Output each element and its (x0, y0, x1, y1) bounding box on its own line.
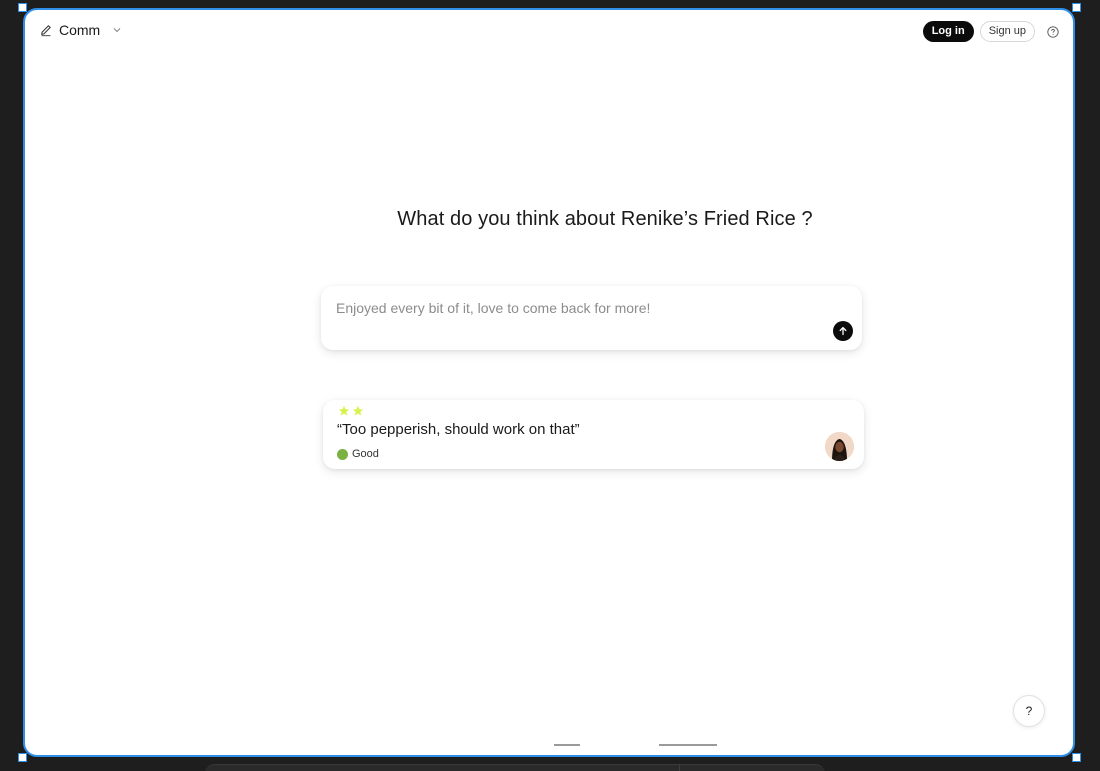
screen: Comm Log in Sign up What do you think ab… (0, 0, 1100, 771)
resize-handle-bottom-left[interactable] (18, 753, 27, 762)
auth-actions: Log in Sign up (922, 21, 1059, 42)
review-card: “Too pepperish, should work on that” Goo… (323, 400, 864, 469)
status-badge: Good (337, 448, 379, 460)
page-indicator (659, 744, 717, 746)
pen-icon (41, 25, 51, 37)
bottom-toolbar (205, 764, 825, 771)
avatar (825, 432, 854, 461)
star-icon (352, 405, 364, 416)
star-rating (338, 405, 364, 417)
status-dot (337, 448, 348, 460)
toolbar-divider (679, 765, 680, 771)
star-icon (338, 405, 350, 416)
page-indicator (554, 744, 580, 746)
page-question: What do you think about Renike’s Fried R… (397, 208, 813, 230)
status-badge-label: Good (352, 448, 379, 460)
send-button[interactable] (833, 321, 853, 341)
help-button[interactable]: ? (1013, 695, 1045, 727)
signup-button[interactable]: Sign up (979, 21, 1035, 42)
resize-handle-top-right[interactable] (1072, 3, 1081, 12)
brand-switcher[interactable]: Comm (39, 22, 122, 38)
resize-handle-bottom-right[interactable] (1072, 753, 1081, 762)
help-circle-icon[interactable] (1047, 25, 1059, 38)
brand-name: Comm (59, 22, 101, 38)
feedback-input[interactable] (336, 300, 816, 316)
review-quote: “Too pepperish, should work on that” (337, 421, 580, 438)
login-button[interactable]: Log in (922, 21, 974, 42)
resize-handle-top-left[interactable] (18, 3, 27, 12)
feedback-card (321, 286, 862, 350)
app-frame: Comm Log in Sign up What do you think ab… (23, 8, 1075, 757)
chevron-down-icon (113, 28, 121, 33)
arrow-up-icon (839, 326, 847, 336)
